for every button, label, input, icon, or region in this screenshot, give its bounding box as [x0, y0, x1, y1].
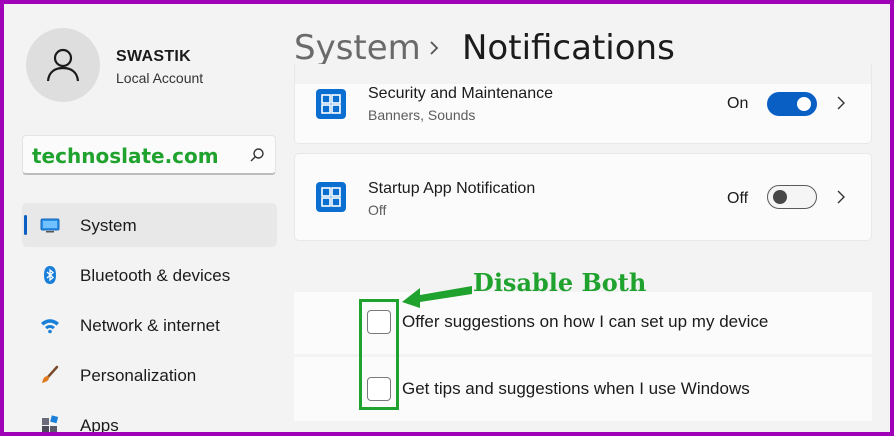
- apps-icon: [42, 415, 59, 432]
- sidebar-item-network[interactable]: Network & internet: [22, 303, 277, 347]
- notification-sender-startup[interactable]: Startup App Notification Off Off: [294, 153, 872, 241]
- annotation-highlight-box: [359, 299, 399, 410]
- sidebar: SWASTIK Local Account technoslate.com Sy…: [8, 8, 288, 435]
- notification-toggle-security[interactable]: [767, 92, 817, 116]
- sidebar-item-label: Personalization: [80, 366, 197, 385]
- page-title: Notifications: [462, 28, 675, 68]
- annotation-label: Disable Both: [473, 268, 647, 297]
- sender-title: Startup App Notification: [368, 180, 536, 197]
- chevron-right-icon[interactable]: [836, 189, 846, 205]
- sidebar-item-system[interactable]: System: [22, 203, 277, 247]
- search-icon[interactable]: [249, 147, 265, 163]
- search-input-value: technoslate.com: [32, 144, 219, 168]
- toggle-knob: [773, 189, 787, 204]
- sender-subtitle: Banners, Sounds: [368, 107, 476, 123]
- sidebar-item-label: Network & internet: [80, 316, 220, 335]
- toggle-state-label: On: [727, 95, 749, 112]
- sidebar-item-apps[interactable]: Apps: [22, 403, 277, 435]
- wifi-icon: [41, 319, 59, 334]
- notification-sender-security[interactable]: Security and Maintenance Banners, Sounds…: [294, 64, 872, 144]
- sidebar-item-personalization[interactable]: Personalization: [22, 353, 277, 397]
- avatar[interactable]: [26, 28, 100, 102]
- user-icon: [46, 48, 80, 82]
- breadcrumb-parent[interactable]: System: [294, 28, 421, 68]
- active-indicator: [24, 215, 27, 235]
- checkbox-label: Get tips and suggestions when I use Wind…: [402, 379, 750, 398]
- sender-subtitle: Off: [368, 202, 387, 218]
- account-type: Local Account: [116, 70, 204, 86]
- chevron-right-icon[interactable]: [836, 95, 846, 111]
- sidebar-item-label: Bluetooth & devices: [80, 266, 231, 285]
- app-tile-icon: [316, 182, 346, 212]
- app-tile-icon: [316, 89, 346, 119]
- sender-title: Security and Maintenance: [368, 85, 553, 102]
- toggle-knob: [797, 97, 811, 111]
- sidebar-item-bluetooth[interactable]: Bluetooth & devices: [22, 253, 277, 297]
- toggle-state-label: Off: [727, 190, 749, 207]
- notification-toggle-startup[interactable]: [767, 185, 817, 209]
- checkbox-label: Offer suggestions on how I can set up my…: [402, 312, 769, 331]
- annotation-arrow-icon: [402, 286, 472, 308]
- sidebar-item-label: System: [80, 216, 137, 235]
- chevron-right-icon: [430, 41, 439, 55]
- sidebar-item-label: Apps: [80, 416, 119, 435]
- scroll-clip: [295, 64, 871, 84]
- system-icon: [40, 218, 60, 233]
- brush-icon: [42, 365, 59, 383]
- account-name: SWASTIK: [116, 48, 191, 65]
- bluetooth-icon: [44, 266, 56, 284]
- screenshot-frame: SWASTIK Local Account technoslate.com Sy…: [0, 0, 894, 436]
- settings-search-input[interactable]: technoslate.com: [22, 135, 276, 175]
